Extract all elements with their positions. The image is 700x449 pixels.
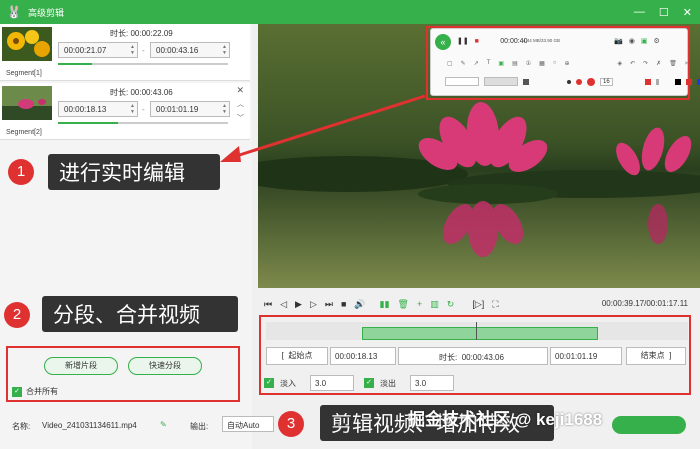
segment-progress [58, 63, 228, 65]
filename: Video_241031134611.mp4 [42, 421, 137, 430]
quick-split-button[interactable]: 快速分段 [128, 357, 202, 375]
start-time-field[interactable]: 00:00:18.13 [330, 347, 396, 365]
fade-out-field[interactable]: 3.0 [410, 375, 454, 391]
end-time-field[interactable]: 00:01:01.19 [550, 347, 622, 365]
pointer-arrow [220, 94, 426, 162]
end-time-field[interactable]: 00:00:43.16 ▲ ▼ [150, 42, 230, 58]
start-time-field[interactable]: 00:00:18.13 ▲ ▼ [58, 101, 138, 117]
checkbox-icon: ✓ [12, 386, 22, 397]
split-icon[interactable]: ▮▮ [380, 299, 390, 310]
fade-out-label: 淡出 [380, 378, 396, 388]
fade-out-checkbox[interactable]: ✓ [364, 378, 374, 388]
output-select[interactable]: 自动Auto [222, 416, 274, 432]
stop-icon[interactable]: ■ [341, 299, 346, 309]
duration-label: 时长: [110, 29, 129, 38]
segment-label: Segment[1] [6, 70, 42, 77]
maximize-icon[interactable]: ☐ [659, 6, 669, 19]
playhead[interactable] [476, 322, 477, 340]
refresh-icon[interactable]: ↻ [447, 299, 455, 310]
callout-label: 进行实时编辑 [48, 154, 220, 190]
duration-value: 00:00:22.09 [130, 29, 173, 38]
segment-progress [58, 122, 228, 124]
start-time-field[interactable]: 00:00:21.07 ▲ ▼ [58, 42, 138, 58]
skip-end-icon[interactable]: ⏭ [325, 299, 333, 310]
name-label: 名称: [12, 422, 31, 431]
fade-controls: ✓ 淡入 3.0 ✓ 淡出 3.0 [264, 374, 454, 392]
step-badge: 2 [4, 302, 30, 328]
start-button[interactable] [612, 416, 686, 434]
segment-item[interactable]: Segment[2] 时长: 00:00:43.06 00:00:18.13 ▲ ▼… [0, 83, 250, 140]
copy-icon[interactable]: ▥ [430, 299, 439, 310]
fade-in-checkbox[interactable]: ✓ [264, 378, 274, 388]
close-icon[interactable]: ✕ [683, 6, 692, 19]
fade-in-field[interactable]: 3.0 [310, 375, 354, 391]
edit-icon[interactable]: ✎ [160, 420, 167, 429]
set-start-button[interactable]: [ 起始点 [266, 347, 328, 365]
set-end-button[interactable]: 结束点 ] [626, 347, 686, 365]
segment-thumbnail [2, 86, 52, 120]
minimize-icon[interactable]: — [634, 6, 645, 18]
play-icon[interactable]: ▶ [295, 299, 302, 310]
callout-label: 分段、合并视频 [42, 296, 238, 332]
fullscreen-icon[interactable]: ⛶ [492, 299, 498, 310]
step-badge: 1 [8, 159, 34, 185]
segment-label: Segment[2] [6, 129, 42, 136]
new-segment-button[interactable]: 新增片段 [44, 357, 118, 375]
window-title: 高级剪辑 [28, 7, 65, 18]
segment-thumbnail [2, 27, 52, 61]
mark-in-icon[interactable]: [▷] [472, 299, 484, 310]
trim-fields: [ 起始点 00:00:18.13 时长: 00:00:43.06 00:01:… [266, 347, 688, 365]
watermark: 掘金技术社区 @ keji1688 [408, 410, 603, 429]
prev-frame-icon[interactable]: ◁ [280, 299, 287, 310]
duration-field[interactable]: 时长: 00:00:43.06 [398, 347, 548, 365]
step-badge: 3 [278, 411, 304, 437]
next-frame-icon[interactable]: ▷ [310, 299, 317, 310]
delete-icon[interactable]: 🗑 [398, 299, 409, 310]
playback-time: 00:00:39.17/00:01:17.11 [601, 299, 688, 308]
volume-icon[interactable]: 🔊 [354, 299, 365, 310]
selection-range[interactable] [362, 327, 598, 340]
rabbit-icon: 🐰 [6, 5, 22, 19]
add-icon[interactable]: + [417, 299, 422, 309]
merge-all-checkbox[interactable]: ✓ 合并所有 [12, 386, 58, 397]
duration-label: 时长: [110, 88, 129, 97]
player-controls: ⏮ ◁ ▶ ▷ ⏭ ■ 🔊 ▮▮ 🗑 + ▥ ↻ [▷] ⛶ 00:00:39.… [258, 294, 700, 314]
timeline-track[interactable] [266, 322, 688, 340]
skip-start-icon[interactable]: ⏮ [264, 299, 272, 310]
output-label: 输出: [190, 422, 209, 431]
duration-value: 00:00:43.06 [130, 88, 173, 97]
title-bar: 🐰 高级剪辑 — ☐ ✕ [0, 0, 700, 24]
segment-item[interactable]: Segment[1] 时长: 00:00:22.09 00:00:21.07 ▲ ▼… [0, 24, 250, 81]
fade-in-label: 淡入 [280, 378, 296, 388]
highlight-box [426, 26, 690, 100]
